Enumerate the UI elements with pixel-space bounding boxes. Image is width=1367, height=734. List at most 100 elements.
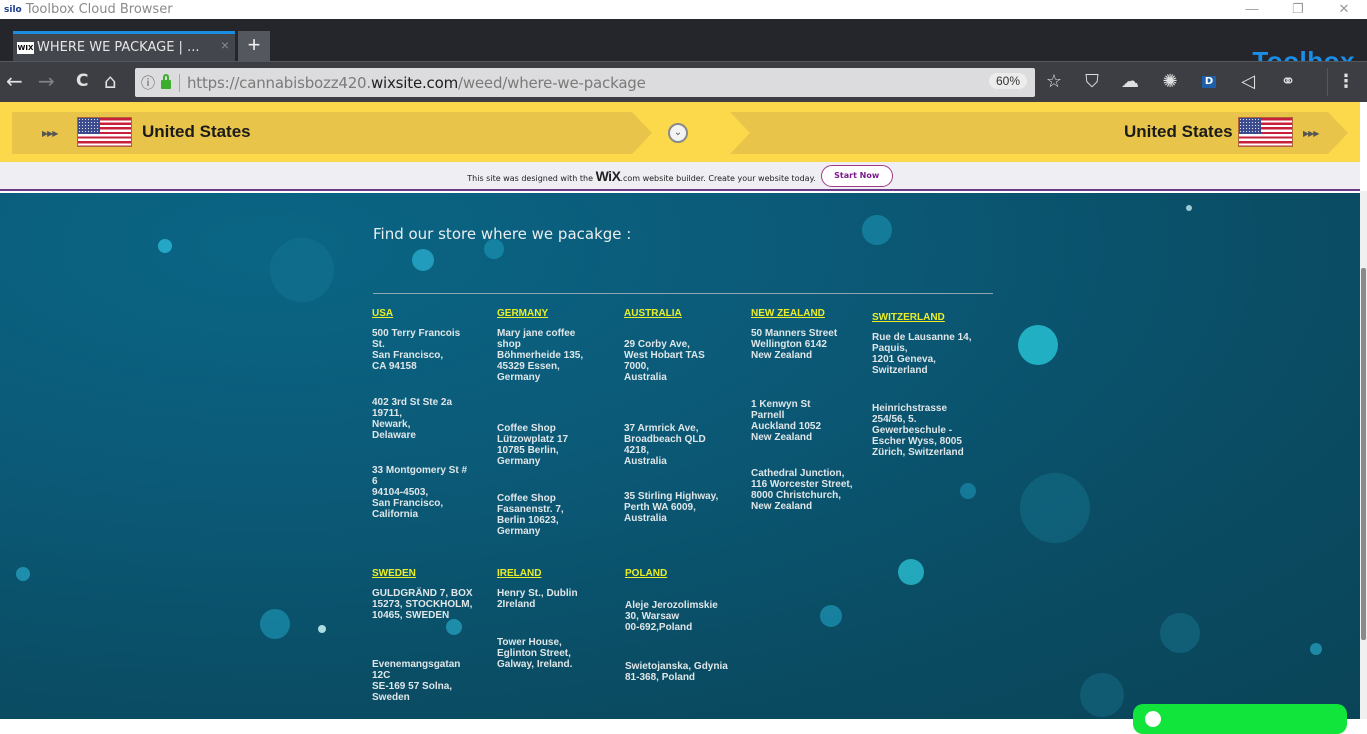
minimize-button[interactable]: — [1229,0,1275,19]
flag-canton [1239,118,1261,134]
country-link[interactable]: USA [372,308,393,319]
bokeh-light [820,605,842,627]
browser-tab[interactable]: WIX WHERE WE PACKAGE | ... × [13,31,235,61]
address-block: Cathedral Junction, 116 Worcester Street… [751,468,853,512]
bokeh-light [1018,325,1058,365]
address-block: Coffee Shop Lützowplatz 17 10785 Berlin,… [497,423,569,467]
arrows-left-icon: ▶▶▶ [42,129,59,138]
address-block: Coffee Shop Fasanenstr. 7, Berlin 10623,… [497,493,564,537]
toolbar-separator [1327,68,1328,96]
window-controls: — ❐ ✕ [1229,0,1367,19]
window-titlebar: silo Toolbox Cloud Browser — ❐ ✕ [0,0,1367,19]
wix-text-after: .com website builder. Create your websit… [620,173,816,183]
country-link[interactable]: GERMANY [497,308,548,319]
url-prefix: https://cannabisbozz420. [187,73,371,92]
forward-button[interactable]: → [38,70,55,92]
close-window-button[interactable]: ✕ [1321,0,1367,19]
wix-promo-text: This site was designed with the WiX.com … [467,168,815,184]
address-block: Henry St., Dublin 2Ireland [497,588,578,610]
scrollbar-thumb[interactable] [1361,268,1366,640]
wix-promo-banner: This site was designed with the WiX.com … [0,162,1360,191]
bokeh-light [898,559,924,585]
tab-title: WHERE WE PACKAGE | ... [37,40,200,55]
address-block: Mary jane coffee shop Böhmerheide 135, 4… [497,328,584,383]
country-link[interactable]: SWITZERLAND [872,312,945,323]
menu-icon[interactable]: ⋮ [1334,71,1358,93]
flag-canton [78,118,100,134]
country-column-ireland: IRELAND [497,563,617,581]
country-column-germany: GERMANY [497,303,617,321]
bokeh-light [158,239,172,253]
navigation-bar: ← → C ⌂ ⓘ https://cannabisbozz420.wixsit… [0,61,1367,102]
bokeh-light [862,215,892,245]
circles-icon[interactable]: ⚭ [1276,71,1300,93]
address-block: 33 Montgomery St # 6 94104-4503, San Fra… [372,465,468,520]
address-block: Aleje Jerozolimskie 30, Warsaw 00-692,Po… [625,600,718,633]
us-flag-icon[interactable] [77,117,132,147]
country-link[interactable]: POLAND [625,568,667,579]
chat-widget-button[interactable] [1133,704,1347,734]
wix-logo: WiX [595,167,621,184]
language-bar: ▶▶▶ United States ⌄ United States ▶▶▶ [0,102,1360,162]
start-now-button[interactable]: Start Now [820,164,893,187]
tab-close-icon[interactable]: × [221,37,229,53]
page-headline: Find our store where we pacakge : [373,225,632,243]
address-block: Evenemangsgatan 12C SE-169 57 Solna, Swe… [372,659,461,703]
send-icon[interactable]: ◁ [1236,71,1260,93]
bokeh-light [1080,673,1124,717]
bokeh-light [318,625,326,633]
bokeh-light [16,567,30,581]
extension-dp-icon[interactable]: D [1197,71,1221,93]
bookmark-icon[interactable]: ⛉ [1080,71,1104,93]
address-separator [179,73,180,92]
address-block: 37 Armrick Ave, Broadbeach QLD 4218, Aus… [624,423,706,467]
country-column-sweden: SWEDEN [372,563,492,581]
lock-icon [161,74,171,89]
bokeh-light [412,249,434,271]
country-column-usa: USA [372,303,492,321]
new-tab-button[interactable]: + [238,31,270,61]
address-block: 50 Manners Street Wellington 6142 New Ze… [751,328,838,361]
url-domain: wixsite.com [370,73,458,92]
url-path: /weed/where-we-package [457,73,646,92]
site-info-icon[interactable]: ⓘ [141,73,155,93]
page-content: Find our store where we pacakge : USA 50… [0,193,1360,719]
bokeh-light [1160,613,1200,653]
bokeh-light [1020,473,1090,543]
country-link[interactable]: IRELAND [497,568,541,579]
wix-text-before: This site was designed with the [467,173,596,183]
address-block: 35 Stirling Highway, Perth WA 6009, Aust… [624,491,719,524]
home-button[interactable]: ⌂ [104,70,117,92]
country-link[interactable]: SWEDEN [372,568,416,579]
chevron-down-icon[interactable]: ⌄ [668,123,688,143]
wix-favicon-icon: WIX [17,41,34,54]
country-link[interactable]: AUSTRALIA [624,308,682,319]
bokeh-light [1310,643,1322,655]
reload-button[interactable]: C [76,70,88,92]
arrows-right-icon: ▶▶▶ [1303,129,1320,138]
language-left-label[interactable]: United States [142,122,251,142]
address-block: Swietojanska, Gdynia 81-368, Poland [625,661,728,683]
restore-button[interactable]: ❐ [1275,0,1321,19]
cloud-download-icon[interactable]: ☁ [1118,71,1142,93]
bug-icon[interactable]: ✺ [1158,71,1182,93]
address-block: 500 Terry Francois St. San Francisco, CA… [372,328,461,372]
zoom-level-badge[interactable]: 60% [988,73,1027,89]
language-right-label[interactable]: United States [1124,122,1233,142]
address-block: 402 3rd St Ste 2a 19711, Newark, Delawar… [372,397,453,441]
country-link[interactable]: NEW ZEALAND [751,308,825,319]
address-block: Heinrichstrasse 254/56, 5. Gewerbeschule… [872,403,964,458]
country-column-poland: POLAND [625,563,745,581]
bokeh-light [1186,205,1192,211]
tab-bar: WIX WHERE WE PACKAGE | ... × + Toolbox [0,19,1367,76]
url-text[interactable]: https://cannabisbozz420.wixsite.com/weed… [187,74,646,92]
window-title: Toolbox Cloud Browser [25,2,173,17]
bokeh-light [446,619,462,635]
back-button[interactable]: ← [6,70,23,92]
bokeh-light [960,483,976,499]
country-column-australia: AUSTRALIA [624,303,744,321]
star-icon[interactable]: ☆ [1042,71,1066,93]
us-flag-icon[interactable] [1238,117,1293,147]
bokeh-light [260,609,290,639]
address-bar[interactable]: ⓘ https://cannabisbozz420.wixsite.com/we… [135,68,1035,97]
